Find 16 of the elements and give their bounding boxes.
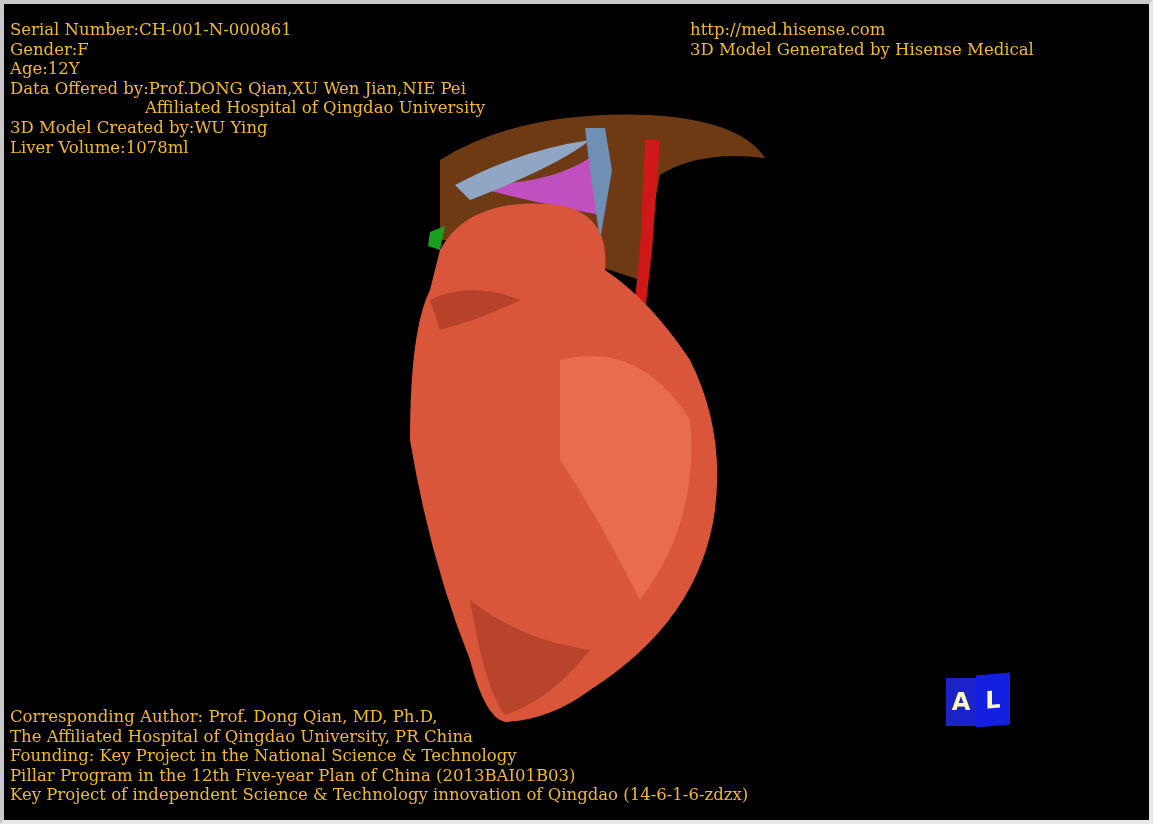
info-text: Pillar Program in the 12th Five-year Plan of China (2013BAI01B03) bbox=[10, 765, 577, 786]
info-text: Corresponding Author: Prof. Dong Qian, MD, Ph.D, bbox=[10, 707, 439, 727]
cube-side-face: L bbox=[976, 672, 1010, 728]
info-text: Serial Number:CH-001-N-000861 bbox=[10, 20, 293, 40]
info-text: The Affiliated Hospital of Qingdao University, PR China bbox=[10, 726, 474, 747]
info-text: Affiliated Hospital of Qingdao University bbox=[144, 98, 486, 118]
info-text: Liver Volume:1078ml bbox=[10, 137, 190, 158]
info-text: Gender:F bbox=[10, 39, 90, 60]
info-text: http://med.hisense.com bbox=[690, 20, 887, 40]
info-text: Data Offered by:Prof.DONG Qian,XU Wen Jian,NIE Pei bbox=[10, 78, 467, 99]
info-text: Founding: Key Project in the National Science & Technology bbox=[10, 746, 518, 766]
cube-front-face: A bbox=[946, 678, 976, 726]
info-text: Key Project of independent Science & Technology innovation of Qingdao (14-6-1-6-zdzx) bbox=[10, 785, 749, 805]
info-text: 3D Model Created by:WU Ying bbox=[10, 117, 269, 138]
info-text: 3D Model Generated by Hisense Medical bbox=[690, 39, 1034, 60]
info-text: Age:12Y bbox=[10, 59, 81, 79]
